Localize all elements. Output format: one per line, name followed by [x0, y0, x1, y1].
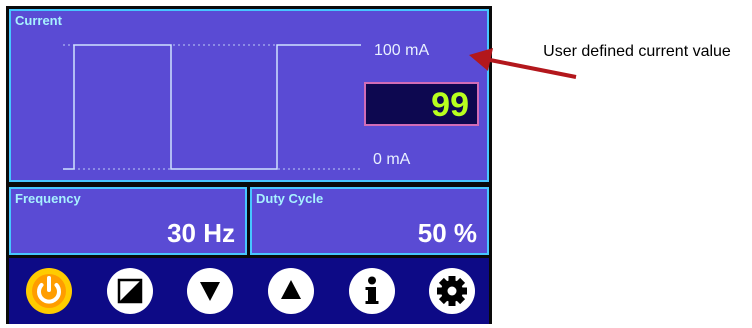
annotation-text: User defined current value	[543, 43, 731, 60]
